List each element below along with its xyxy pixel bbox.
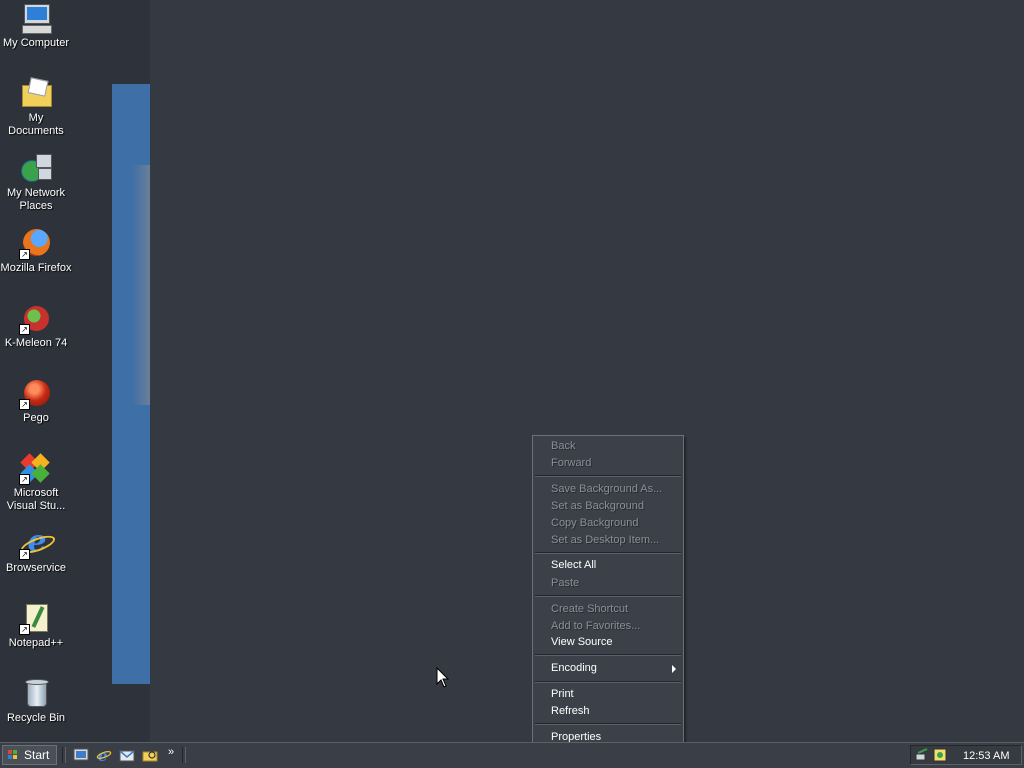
menu-item-add-to-favorites: Add to Favorites... [551, 620, 641, 632]
desktop-icon-visual-studio[interactable]: ↗ Microsoft Visual Stu... [0, 452, 72, 513]
menu-item-set-as-background: Set as Background [551, 500, 644, 512]
start-button[interactable]: Start [2, 745, 57, 765]
menu-item-select-all[interactable]: Select All [534, 557, 682, 574]
network-tray-icon[interactable] [915, 748, 929, 762]
start-label: Start [24, 748, 50, 762]
menu-separator [535, 654, 681, 656]
menu-item-forward: Forward [551, 457, 592, 469]
clock[interactable]: 12:53 AM [963, 750, 1009, 762]
internet-explorer-icon: e ↗ [18, 527, 58, 560]
shortcut-arrow-icon: ↗ [19, 324, 30, 335]
folder-icon [20, 77, 52, 109]
menu-item-set-as-desktop-item: Set as Desktop Item... [551, 534, 660, 546]
desktop-icon-label: Notepad++ [8, 637, 64, 649]
desktop-icon-recycle-bin[interactable]: Recycle Bin [0, 677, 72, 725]
shortcut-arrow-icon: ↗ [19, 474, 30, 485]
desktop-icon-my-network-places[interactable]: My Network Places [0, 152, 72, 213]
show-desktop-icon[interactable] [73, 747, 89, 763]
shortcut-arrow-icon: ↗ [19, 624, 30, 635]
desktop-icon-label: Mozilla Firefox [0, 262, 72, 274]
windows-logo-icon [8, 750, 18, 760]
internet-explorer-icon[interactable]: e [96, 747, 112, 765]
desktop[interactable]: My Computer My Documents My Network Place… [0, 0, 1024, 748]
network-icon [20, 152, 52, 184]
menu-item-back: Back [551, 440, 576, 452]
menu-item-paste: Paste [551, 577, 580, 589]
shortcut-arrow-icon: ↗ [19, 549, 30, 560]
shortcut-arrow-icon: ↗ [19, 249, 30, 260]
desktop-icon-label: Browservice [6, 562, 66, 574]
desktop-icon-browservice[interactable]: e ↗ Browservice [0, 527, 72, 575]
desktop-icon-label: Recycle Bin [6, 712, 66, 724]
submenu-arrow-icon [672, 665, 676, 673]
desktop-icon-label: My Documents [8, 112, 64, 137]
desktop-icon-label: Microsoft Visual Stu... [6, 487, 66, 512]
computer-icon [20, 2, 52, 34]
menu-item-label: Encoding [551, 662, 597, 674]
menu-item-refresh[interactable]: Refresh [534, 703, 682, 720]
menu-item-save-background-as: Save Background As... [551, 483, 663, 495]
desktop-icon-notepad-plus-plus[interactable]: ↗ Notepad++ [0, 602, 72, 650]
recycle-bin-icon [20, 677, 52, 709]
side-strip-gradient [132, 165, 150, 405]
desktop-icon-label: My Computer [2, 37, 70, 49]
menu-item-print[interactable]: Print [534, 686, 682, 703]
desktop-icon-my-computer[interactable]: My Computer [0, 2, 72, 50]
menu-item-encoding[interactable]: Encoding [534, 660, 682, 677]
menu-separator [535, 475, 681, 477]
toolbar-grip[interactable] [182, 747, 186, 763]
desktop-icon-mozilla-firefox[interactable]: ↗ Mozilla Firefox [0, 227, 72, 275]
menu-item-view-source[interactable]: View Source [534, 634, 682, 651]
firefox-icon: ↗ [19, 227, 52, 260]
taskbar: Start e » 12:53 AM [0, 742, 1024, 768]
system-tray: 12:53 AM [910, 745, 1022, 765]
menu-separator [535, 552, 681, 554]
k-meleon-icon: ↗ [19, 302, 52, 335]
desktop-icon-label: My Network Places [6, 187, 66, 212]
pego-icon: ↗ [19, 377, 52, 410]
desktop-icon-label: Pego [23, 412, 49, 424]
desktop-icon-k-meleon[interactable]: ↗ K-Meleon 74 [0, 302, 72, 350]
menu-separator [535, 595, 681, 597]
menu-item-create-shortcut: Create Shortcut [551, 603, 629, 615]
menu-item-copy-background: Copy Background [551, 517, 639, 529]
visual-studio-icon: ↗ [19, 452, 52, 485]
notepad-plus-plus-icon: ↗ [19, 602, 52, 635]
outlook-express-icon[interactable] [119, 747, 135, 763]
desktop-icon-label: K-Meleon 74 [4, 337, 68, 349]
context-menu: Back Forward Save Background As... Set a… [532, 435, 684, 748]
mouse-cursor-icon [436, 667, 450, 688]
desktop-icon-pego[interactable]: ↗ Pego [0, 377, 72, 425]
shortcut-arrow-icon: ↗ [19, 399, 30, 410]
menu-separator [535, 723, 681, 725]
desktop-icon-my-documents[interactable]: My Documents [0, 77, 72, 138]
menu-separator [535, 681, 681, 683]
tray-app-icon[interactable] [933, 748, 947, 762]
quick-launch-more-button[interactable]: » [168, 746, 174, 758]
toolbar-grip[interactable] [62, 747, 66, 763]
explorer-folder-icon[interactable] [142, 747, 158, 763]
